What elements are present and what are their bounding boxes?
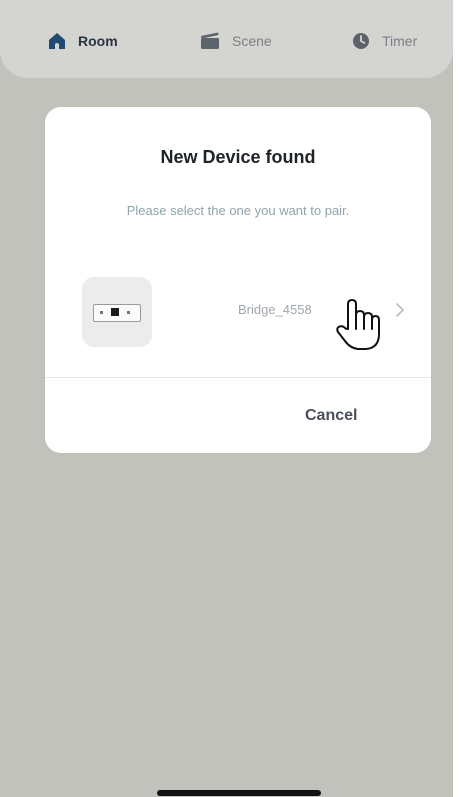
new-device-dialog: New Device found Please select the one y… — [45, 107, 431, 453]
tab-room-label: Room — [78, 33, 118, 49]
cancel-button[interactable]: Cancel — [305, 407, 357, 425]
home-indicator[interactable] — [157, 790, 321, 796]
device-list-item[interactable]: Bridge_4558 — [45, 272, 431, 352]
tab-room[interactable]: Room — [48, 28, 118, 54]
app-screen: Room Scene Timer New Device found Please — [0, 0, 454, 797]
tab-timer-label: Timer — [382, 33, 418, 49]
hand-pointer-icon — [335, 298, 381, 357]
device-name: Bridge_4558 — [238, 302, 312, 317]
tab-scene[interactable]: Scene — [200, 28, 272, 54]
chevron-right-icon — [395, 302, 405, 323]
screen-edge — [453, 0, 459, 797]
dialog-subtitle: Please select the one you want to pair. — [126, 203, 350, 218]
home-icon — [48, 32, 66, 50]
bridge-device-icon — [82, 277, 152, 347]
tab-timer[interactable]: Timer — [352, 28, 417, 54]
dialog-title: New Device found — [160, 147, 316, 167]
clock-icon — [352, 32, 370, 50]
scene-icon — [200, 32, 220, 50]
tab-scene-label: Scene — [232, 33, 272, 49]
tab-bar: Room Scene Timer — [0, 0, 453, 78]
dialog-divider — [45, 377, 431, 378]
